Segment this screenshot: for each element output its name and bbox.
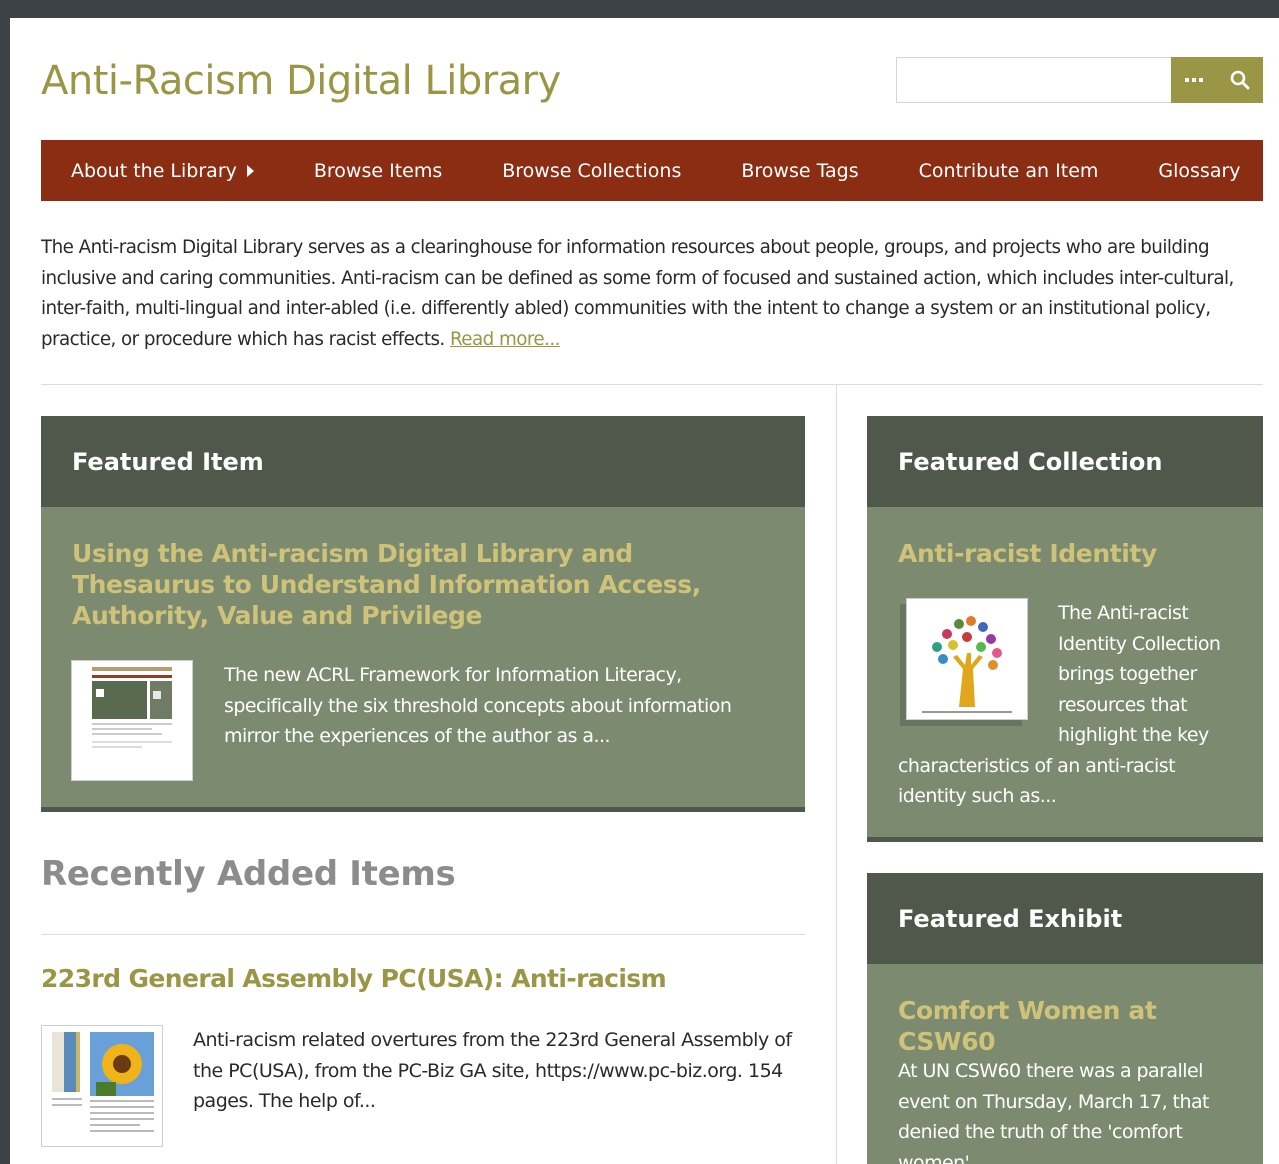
panel-bottom-border — [867, 837, 1263, 842]
ellipsis-icon — [1185, 78, 1203, 82]
intro-body: The Anti-racism Digital Library serves a… — [41, 237, 1234, 350]
search-form — [896, 57, 1263, 103]
featured-item-heading: Featured Item — [41, 416, 805, 507]
nav-item-browse-tags[interactable]: Browse Tags — [711, 140, 888, 201]
featured-exhibit-panel: Featured Exhibit Comfort Women at CSW60 … — [867, 873, 1263, 1164]
sunflower-thumbnail-image — [42, 1026, 162, 1146]
panel-bottom-border — [41, 807, 805, 812]
caret-right-icon — [246, 164, 254, 177]
featured-item-description: The new ACRL Framework for Information L… — [224, 664, 732, 747]
search-options-button[interactable] — [1171, 57, 1217, 103]
nav-item-browse-items[interactable]: Browse Items — [284, 140, 472, 201]
nav-item-about[interactable]: About the Library — [41, 140, 284, 201]
recent-item-description: Anti-racism related overtures from the 2… — [193, 1029, 792, 1112]
featured-collection-title[interactable]: Anti-racist Identity — [898, 538, 1238, 569]
read-more-link[interactable]: Read more... — [450, 329, 560, 350]
divider — [41, 934, 805, 935]
site-title[interactable]: Anti-Racism Digital Library — [41, 58, 561, 104]
featured-collection-panel: Featured Collection Anti-racist Identity… — [867, 416, 1263, 842]
thumbnail-spacer — [898, 598, 1058, 750]
featured-collection-heading: Featured Collection — [867, 416, 1263, 507]
search-submit-button[interactable] — [1217, 57, 1263, 103]
featured-exhibit-title[interactable]: Comfort Women at CSW60 — [898, 995, 1238, 1057]
search-icon — [1230, 70, 1250, 90]
intro-text: The Anti-racism Digital Library serves a… — [41, 233, 1256, 355]
featured-collection-description-wrap: The Anti-racist Identity Collection brin… — [898, 598, 1238, 812]
featured-exhibit-heading: Featured Exhibit — [867, 873, 1263, 964]
document-thumbnail-image — [72, 661, 192, 780]
featured-item-panel: Featured Item Using the Anti-racism Digi… — [41, 416, 805, 812]
nav-item-browse-collections[interactable]: Browse Collections — [472, 140, 711, 201]
page: Anti-Racism Digital Library About the Li… — [10, 18, 1279, 1164]
divider — [41, 384, 1263, 385]
featured-item-thumbnail[interactable] — [71, 660, 193, 781]
recent-items-heading: Recently Added Items — [41, 854, 456, 894]
search-input[interactable] — [896, 57, 1171, 103]
recent-item-title[interactable]: 223rd General Assembly PC(USA): Anti-rac… — [41, 964, 667, 993]
featured-item-title[interactable]: Using the Anti-racism Digital Library an… — [72, 538, 752, 631]
recent-item-thumbnail[interactable] — [41, 1025, 163, 1147]
nav-item-contribute[interactable]: Contribute an Item — [889, 140, 1129, 201]
nav-item-label: About the Library — [71, 159, 237, 182]
column-divider — [836, 385, 837, 1164]
main-nav: About the Library Browse Items Browse Co… — [41, 140, 1263, 201]
nav-item-glossary[interactable]: Glossary — [1128, 140, 1270, 201]
featured-exhibit-description: At UN CSW60 there was a parallel event o… — [898, 1060, 1209, 1164]
